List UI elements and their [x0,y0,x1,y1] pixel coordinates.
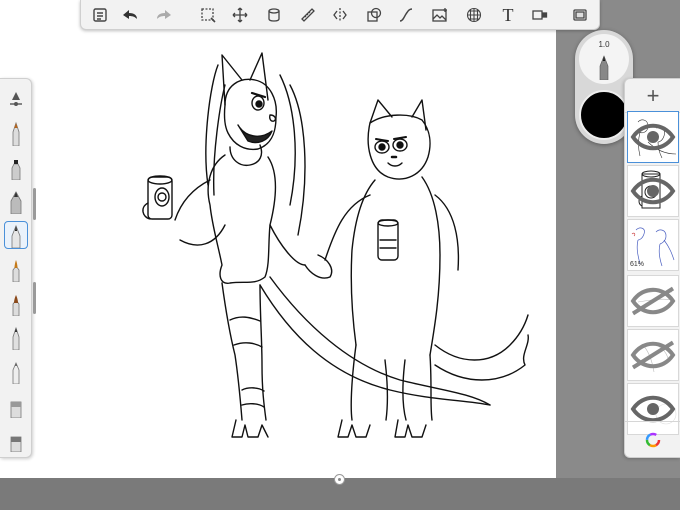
eraser-brush[interactable] [4,391,28,419]
brush-size-value: 1.0 [598,40,610,49]
brush-library-icon[interactable] [4,85,28,113]
lineart-drawing [142,52,529,438]
video-icon[interactable] [529,4,551,26]
palette-resize-handle[interactable] [33,282,36,314]
fineliner-brush[interactable] [4,323,28,351]
ballpoint-brush[interactable] [4,357,28,385]
visibility-hidden-icon[interactable] [628,276,678,326]
pencil-brush[interactable] [4,119,28,147]
layer-reference[interactable]: 61% [627,219,679,271]
airbrush-brush[interactable] [4,187,28,215]
symmetry-icon[interactable] [329,4,351,26]
current-color-swatch[interactable] [579,90,629,140]
layer-panel: + 61% [624,78,680,458]
curve-icon[interactable] [395,4,417,26]
undo-icon[interactable] [119,4,141,26]
redo-icon[interactable] [153,4,175,26]
lists-icon[interactable] [89,4,111,26]
visibility-hidden-icon[interactable] [628,330,678,380]
visibility-eye-icon[interactable] [628,166,678,216]
selection-icon[interactable] [197,4,219,26]
transform-icon[interactable] [229,4,251,26]
hard-brush[interactable] [4,289,28,317]
layer-lineart[interactable] [627,111,679,163]
image-icon[interactable] [429,4,451,26]
drawing-canvas[interactable] [0,0,556,478]
brush-size-control[interactable]: 1.0 [579,34,629,84]
marker-brush[interactable] [4,153,28,181]
inking-pen-brush[interactable] [4,221,28,249]
brush-palette [0,78,32,458]
layer-stack-icon[interactable] [263,4,285,26]
perspective-grid-icon[interactable] [463,4,485,26]
layer-opacity: 61% [630,261,645,268]
current-brush-icon [599,55,609,80]
layer-cup-sketch[interactable] [627,165,679,217]
visibility-eye-icon[interactable] [628,112,678,162]
fullscreen-icon[interactable] [569,4,591,26]
add-layer-button[interactable]: + [625,79,680,113]
smudge-brush[interactable] [4,425,28,453]
text-icon[interactable]: T [497,4,519,26]
layer-sketch-curve[interactable] [627,329,679,381]
main-toolbar: T [80,0,600,30]
shapes-icon[interactable] [363,4,385,26]
layer-sketch-lines[interactable] [627,275,679,327]
canvas-position-indicator[interactable] [334,474,345,485]
ruler-icon[interactable] [297,4,319,26]
paintbrush-brush[interactable] [4,255,28,283]
palette-resize-handle[interactable] [33,188,36,220]
color-wheel-icon[interactable] [625,421,680,457]
